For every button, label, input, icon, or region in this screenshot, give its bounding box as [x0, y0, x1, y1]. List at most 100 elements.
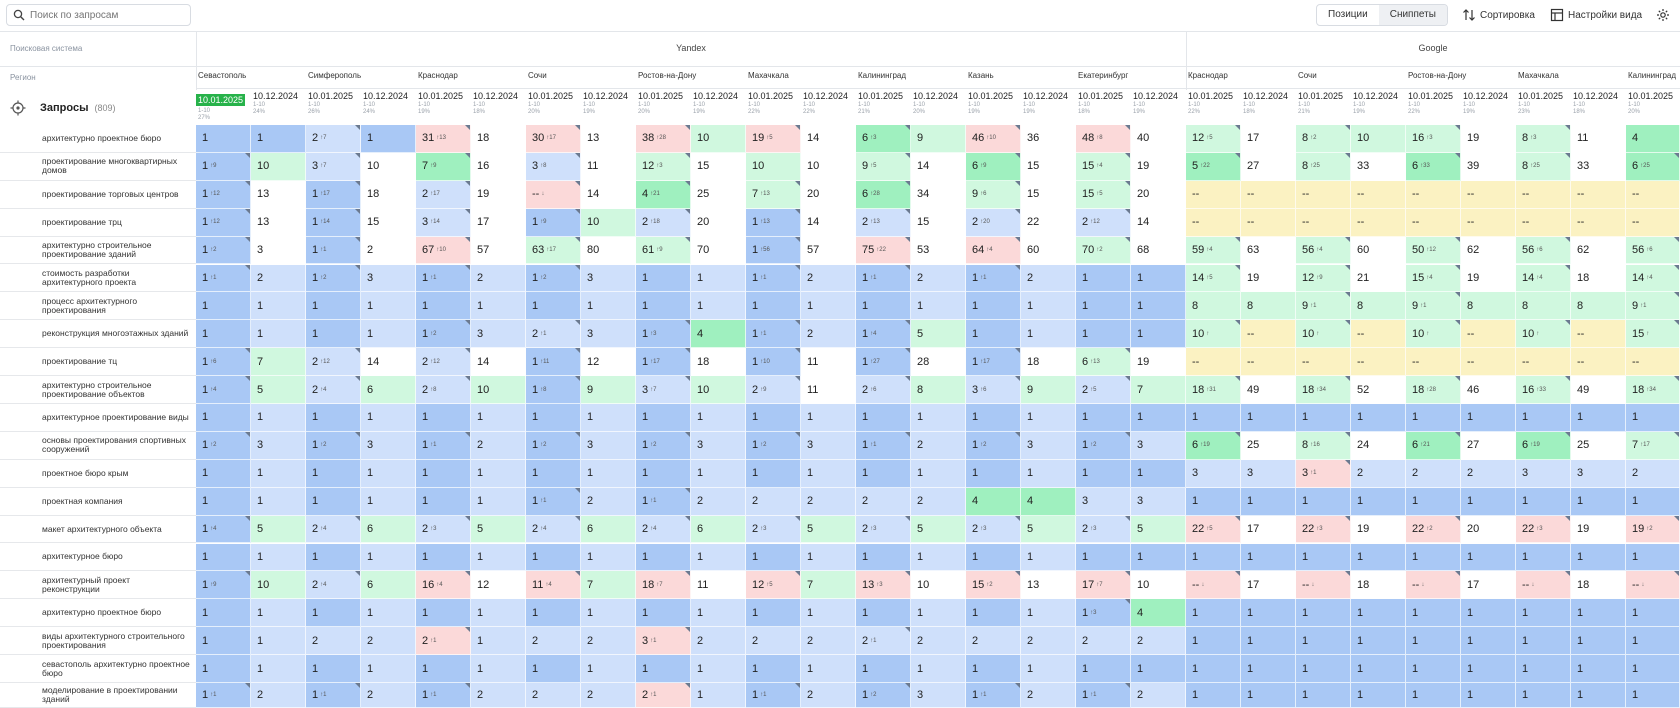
region-header[interactable]: Сочи: [528, 71, 634, 80]
position-cell[interactable]: 28: [911, 348, 966, 377]
position-cell[interactable]: 2: [581, 627, 636, 656]
position-cell[interactable]: 1: [1516, 487, 1571, 516]
date-column-header[interactable]: 10.12.2024 1-10 19%: [1131, 90, 1186, 125]
position-cell[interactable]: 6 ↑25: [1626, 152, 1680, 181]
position-cell[interactable]: 1 ↑8: [526, 376, 581, 404]
position-cell[interactable]: 1: [1461, 543, 1516, 572]
position-cell[interactable]: 4: [1131, 599, 1186, 628]
position-cell[interactable]: 1: [1461, 655, 1516, 683]
position-cell[interactable]: 36: [1021, 125, 1076, 153]
position-cell[interactable]: 8: [1571, 292, 1626, 321]
position-cell[interactable]: 1: [1406, 487, 1461, 516]
position-cell[interactable]: 19 ↑5: [746, 125, 801, 153]
position-cell[interactable]: 1: [911, 404, 966, 432]
position-cell[interactable]: 14 ↑5: [1186, 264, 1241, 293]
position-cell[interactable]: 1: [636, 264, 691, 293]
position-cell[interactable]: 1: [1241, 487, 1296, 516]
position-cell[interactable]: 2: [801, 627, 856, 656]
date-column-header[interactable]: 10.01.2025 1-10 22%: [1406, 90, 1461, 125]
position-cell[interactable]: 5: [471, 515, 526, 544]
position-cell[interactable]: 3: [471, 320, 526, 349]
tab-positions[interactable]: Позиции: [1317, 5, 1379, 25]
position-cell[interactable]: 2: [691, 487, 746, 516]
position-cell[interactable]: 1: [1406, 404, 1461, 432]
position-cell[interactable]: 15 ↑4: [1406, 264, 1461, 293]
position-cell[interactable]: 1: [911, 599, 966, 628]
position-cell[interactable]: 1: [856, 404, 911, 432]
position-cell[interactable]: 2: [1406, 459, 1461, 488]
position-cell[interactable]: 7: [1131, 376, 1186, 404]
position-cell[interactable]: 18 ↑31: [1186, 376, 1241, 404]
position-cell[interactable]: 1: [1186, 487, 1241, 516]
position-cell[interactable]: 1: [1296, 487, 1351, 516]
position-cell[interactable]: 1: [636, 543, 691, 572]
position-cell[interactable]: 2: [361, 683, 416, 708]
position-cell[interactable]: 49: [1241, 376, 1296, 404]
query-label[interactable]: виды архитектурного строительного проект…: [0, 627, 196, 656]
position-cell[interactable]: 1: [1131, 404, 1186, 432]
position-cell[interactable]: 2 ↑4: [306, 571, 361, 600]
position-cell[interactable]: 6: [361, 571, 416, 600]
position-cell[interactable]: 8: [1461, 292, 1516, 321]
position-cell[interactable]: 1: [1516, 543, 1571, 572]
position-cell[interactable]: 3 ↑1: [636, 627, 691, 656]
position-cell[interactable]: 1: [1296, 627, 1351, 656]
position-cell[interactable]: 1: [1626, 599, 1680, 628]
position-cell[interactable]: 1: [1351, 683, 1406, 708]
position-cell[interactable]: --: [1406, 180, 1461, 209]
date-column-header[interactable]: 10.01.2025 1-10 20%: [636, 90, 691, 125]
position-cell[interactable]: 2: [581, 683, 636, 708]
position-cell[interactable]: 1: [801, 655, 856, 683]
position-cell[interactable]: 14 ↑4: [1516, 264, 1571, 293]
position-cell[interactable]: 1: [966, 404, 1021, 432]
region-header[interactable]: Махачкала: [748, 71, 854, 80]
position-cell[interactable]: 22 ↑3: [1296, 515, 1351, 544]
position-cell[interactable]: 1: [1241, 404, 1296, 432]
region-header[interactable]: Екатеринбург: [1078, 71, 1184, 80]
position-cell[interactable]: 1: [1186, 683, 1241, 708]
position-cell[interactable]: 1: [911, 543, 966, 572]
position-cell[interactable]: 2: [471, 683, 526, 708]
position-cell[interactable]: --: [1186, 180, 1241, 209]
position-cell[interactable]: 2: [801, 264, 856, 293]
position-cell[interactable]: --: [1516, 208, 1571, 237]
position-cell[interactable]: 1: [251, 543, 306, 572]
date-column-header[interactable]: 10.01.2025 1-10 18%: [1076, 90, 1131, 125]
position-cell[interactable]: 15: [911, 208, 966, 237]
position-cell[interactable]: 16 ↑3: [1406, 125, 1461, 153]
position-cell[interactable]: --: [1296, 180, 1351, 209]
position-cell[interactable]: 1: [251, 125, 306, 153]
position-cell[interactable]: 1 ↑4: [856, 320, 911, 349]
position-cell[interactable]: 1: [1021, 320, 1076, 349]
position-cell[interactable]: 1: [966, 655, 1021, 683]
position-cell[interactable]: 1: [1626, 627, 1680, 656]
position-cell[interactable]: 14: [361, 348, 416, 377]
position-cell[interactable]: 1: [1076, 292, 1131, 321]
position-cell[interactable]: 1: [251, 320, 306, 349]
region-header[interactable]: Сочи: [1298, 71, 1404, 80]
position-cell[interactable]: 3: [581, 431, 636, 460]
position-cell[interactable]: 1: [1406, 627, 1461, 656]
position-cell[interactable]: 1: [251, 655, 306, 683]
position-cell[interactable]: 1: [856, 599, 911, 628]
position-cell[interactable]: 1: [361, 320, 416, 349]
position-cell[interactable]: 60: [1351, 236, 1406, 265]
position-cell[interactable]: 2 ↑7: [306, 125, 361, 153]
position-cell[interactable]: -- ↓: [526, 180, 581, 209]
position-cell[interactable]: 19: [1131, 152, 1186, 181]
position-cell[interactable]: 2: [581, 487, 636, 516]
position-cell[interactable]: 2 ↑4: [306, 515, 361, 544]
position-cell[interactable]: 19: [1351, 515, 1406, 544]
position-cell[interactable]: 2: [856, 487, 911, 516]
position-cell[interactable]: 1: [1406, 683, 1461, 708]
position-cell[interactable]: 10: [1131, 571, 1186, 600]
position-cell[interactable]: 2 ↑3: [746, 515, 801, 544]
query-label[interactable]: севастополь архитектурно проектное бюро: [0, 655, 196, 683]
position-cell[interactable]: 7: [801, 571, 856, 600]
position-cell[interactable]: 1: [361, 459, 416, 488]
position-cell[interactable]: 1 ↑2: [1076, 431, 1131, 460]
position-cell[interactable]: 17: [1241, 125, 1296, 153]
position-cell[interactable]: 1: [416, 487, 471, 516]
position-cell[interactable]: 1: [416, 292, 471, 321]
position-cell[interactable]: 2 ↑18: [636, 208, 691, 237]
